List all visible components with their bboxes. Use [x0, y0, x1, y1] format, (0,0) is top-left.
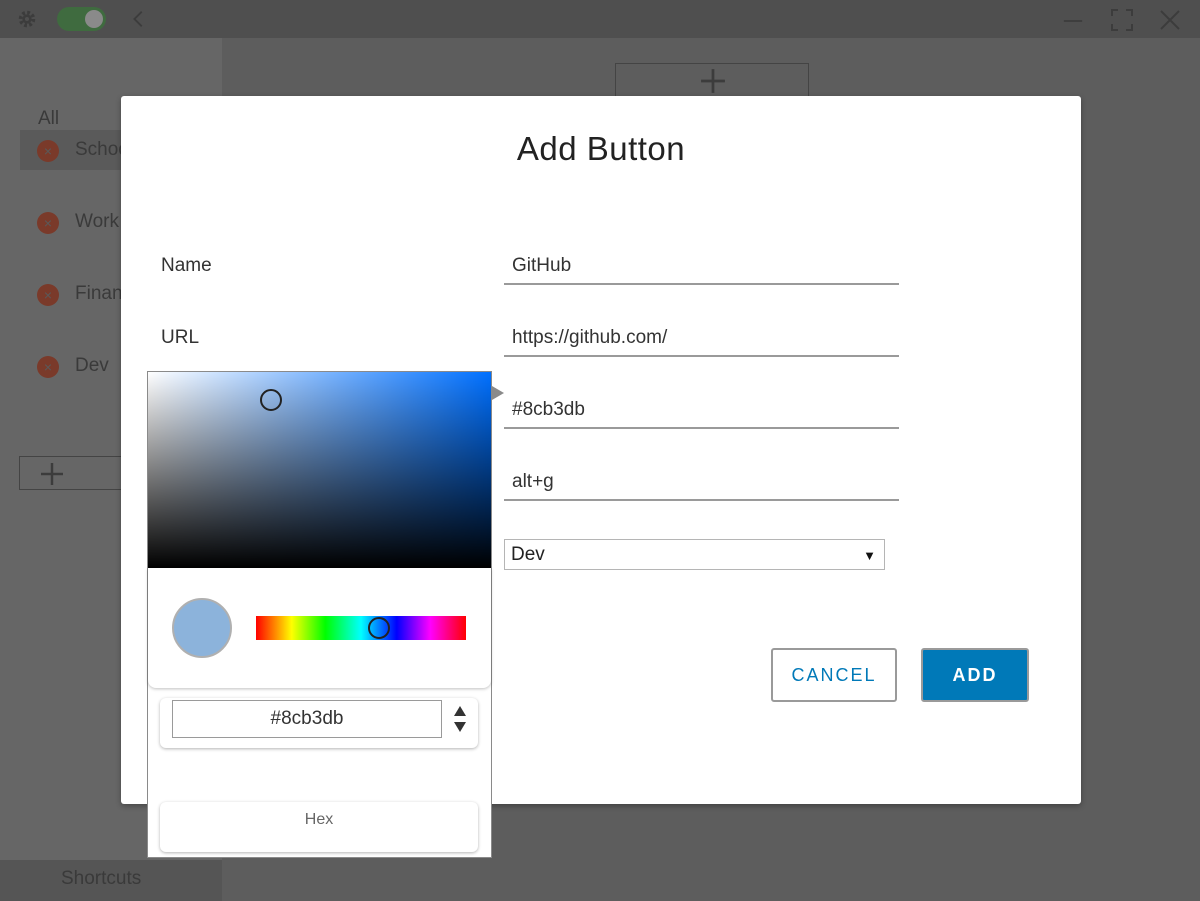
remove-icon[interactable]: ×: [37, 212, 59, 234]
sidebar-item-all[interactable]: All: [38, 108, 59, 130]
add-button[interactable]: ADD: [921, 648, 1029, 702]
color-picker: Hex: [147, 371, 492, 858]
gear-icon[interactable]: [16, 8, 38, 30]
hex-input-row: [160, 698, 478, 748]
caret-down-icon: ▼: [863, 548, 876, 563]
cancel-button[interactable]: CANCEL: [771, 648, 897, 702]
saturation-cursor[interactable]: [260, 389, 282, 411]
shortcuts-tab[interactable]: Shortcuts: [0, 860, 222, 901]
toggle-switch[interactable]: [57, 7, 106, 31]
sidebar-item-label: Dev: [75, 355, 109, 376]
remove-icon[interactable]: ×: [37, 284, 59, 306]
name-label: Name: [161, 255, 212, 276]
add-button-tile[interactable]: [615, 63, 809, 97]
color-preview-swatch: [172, 598, 232, 658]
group-select[interactable]: Dev ▼: [504, 539, 885, 570]
remove-icon[interactable]: ×: [37, 140, 59, 162]
name-field[interactable]: [504, 249, 899, 285]
title-bar: [0, 0, 1200, 38]
plus-icon: [41, 463, 63, 485]
plus-icon: [701, 69, 725, 93]
hex-input[interactable]: [172, 700, 442, 738]
popover-arrow: [492, 386, 504, 400]
shortcuts-label: Shortcuts: [61, 868, 142, 889]
sidebar-item-label: Work: [75, 211, 119, 232]
saturation-value-area[interactable]: [148, 372, 491, 568]
fullscreen-icon[interactable]: [1110, 8, 1134, 32]
toggle-knob: [85, 10, 103, 28]
chevron-left-icon[interactable]: [128, 8, 150, 30]
group-select-value: Dev: [511, 544, 545, 565]
hue-slider-handle[interactable]: [368, 617, 390, 639]
url-label: URL: [161, 327, 200, 348]
format-toggle-icon[interactable]: [452, 704, 468, 734]
minimize-icon[interactable]: [1062, 10, 1084, 32]
url-field[interactable]: [504, 321, 899, 357]
shortcut-field[interactable]: [504, 465, 899, 501]
preview-panel: [148, 568, 491, 688]
color-field[interactable]: [504, 393, 899, 429]
color-mode-button[interactable]: Hex: [160, 802, 478, 852]
close-icon[interactable]: [1158, 8, 1182, 32]
remove-icon[interactable]: ×: [37, 356, 59, 378]
hue-slider[interactable]: [256, 616, 466, 640]
dialog-title: Add Button: [516, 130, 686, 167]
